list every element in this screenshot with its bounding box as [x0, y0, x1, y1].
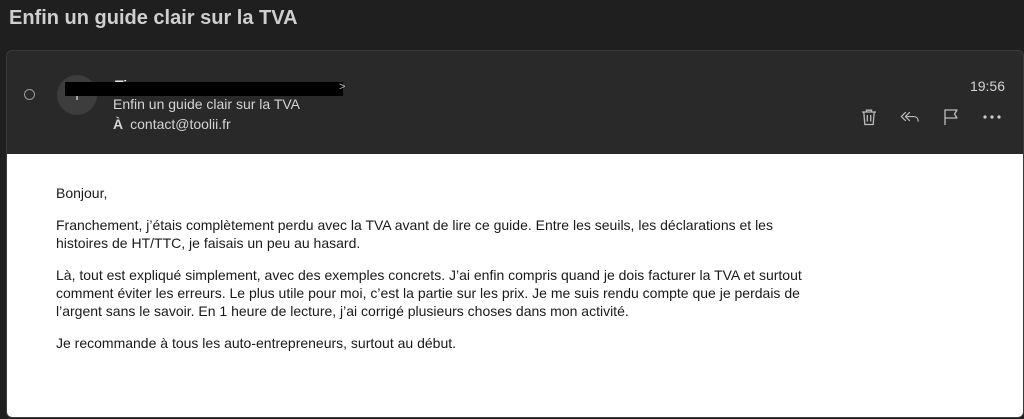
thread-subject-title: Enfin un guide clair sur la TVA — [9, 7, 298, 29]
message-card: T Ti > Enfin un guide clair sur la TVA À… — [6, 50, 1024, 418]
body-paragraph-1: Franchement, j’étais complètement perdu … — [56, 217, 773, 251]
message-actions — [859, 107, 1002, 127]
mail-reading-pane: Enfin un guide clair sur la TVA T Ti > E… — [0, 0, 1024, 419]
body-paragraph-3: Je recommande à tous les auto-entreprene… — [56, 335, 457, 351]
body-greeting: Bonjour, — [56, 185, 108, 201]
flag-icon — [944, 109, 958, 125]
message-body-text: Bonjour, Franchement, j’étais complèteme… — [56, 184, 816, 366]
message-body: Bonjour, Franchement, j’étais complèteme… — [7, 154, 1023, 417]
trash-icon — [862, 109, 876, 126]
recipient-label: À — [113, 116, 124, 132]
sender-redaction — [65, 82, 343, 96]
message-header: T Ti > Enfin un guide clair sur la TVA À… — [7, 51, 1023, 154]
message-subject: Enfin un guide clair sur la TVA — [113, 96, 301, 112]
delete-button[interactable] — [859, 107, 879, 127]
more-button[interactable] — [982, 107, 1002, 127]
message-select-radio[interactable] — [24, 89, 35, 100]
message-time: 19:56 — [969, 78, 1005, 94]
reply-all-icon — [900, 111, 919, 122]
flag-button[interactable] — [941, 107, 961, 127]
reply-all-button[interactable] — [900, 107, 920, 127]
recipient-address[interactable]: contact@toolii.fr — [130, 116, 231, 132]
recipient-line: Àcontact@toolii.fr — [113, 116, 231, 132]
chevron-right-icon[interactable]: > — [339, 81, 345, 93]
body-paragraph-2: Là, tout est expliqué simplement, avec d… — [56, 267, 802, 319]
more-icon — [983, 115, 1001, 119]
